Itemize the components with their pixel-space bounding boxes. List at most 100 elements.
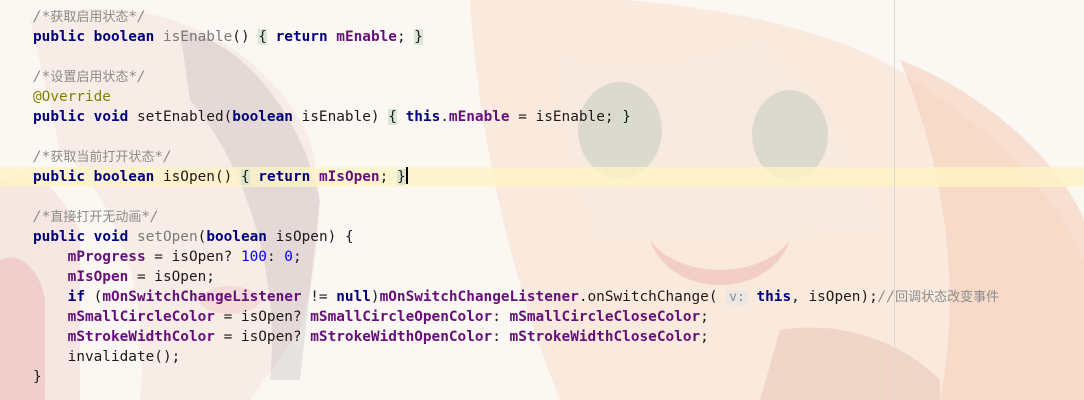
code-token: isEnable: [162, 29, 233, 45]
code-line-text: mStrokeWidthColor = isOpen? mStrokeWidth…: [33, 327, 709, 347]
code-token: {: [240, 169, 250, 185]
code-line[interactable]: [0, 127, 1084, 147]
code-token: 回调状态改变事件: [895, 290, 1000, 305]
code-token: 直接打开无动画: [50, 210, 142, 225]
code-token: isEnable): [292, 109, 389, 125]
code-line[interactable]: mSmallCircleColor = isOpen? mSmallCircle…: [0, 307, 1084, 327]
code-token: :: [492, 309, 510, 325]
code-token: mStrokeWidthCloseColor: [509, 329, 701, 345]
code-token: mStrokeWidthOpenColor: [310, 329, 493, 345]
code-line[interactable]: /*设置启用状态*/: [0, 67, 1084, 87]
code-token: void: [93, 229, 129, 245]
code-line-text: public boolean isEnable() { return mEnab…: [33, 27, 423, 47]
code-token: {: [388, 109, 397, 125]
code-token: }: [396, 169, 406, 185]
code-token: mProgress: [67, 249, 146, 265]
code-token: setEnabled(: [128, 109, 233, 125]
code-line[interactable]: @Override: [0, 87, 1084, 107]
code-token: ): [370, 289, 380, 305]
code-line-text: if (mOnSwitchChangeListener != null)mOnS…: [33, 287, 999, 307]
right-margin-guide: [894, 0, 895, 400]
code-token: void: [93, 109, 129, 125]
code-line[interactable]: mStrokeWidthColor = isOpen? mStrokeWidth…: [0, 327, 1084, 347]
code-line[interactable]: mIsOpen = isOpen;: [0, 267, 1084, 287]
code-token: boolean: [93, 29, 155, 45]
code-token: */: [154, 149, 172, 165]
code-line[interactable]: public void setEnabled(boolean isEnable)…: [0, 107, 1084, 127]
code-line[interactable]: /*获取启用状态*/: [0, 7, 1084, 27]
code-line[interactable]: public void setOpen(boolean isOpen) {: [0, 227, 1084, 247]
code-token: 设置启用状态: [50, 70, 129, 85]
code-line-text: invalidate();: [33, 347, 181, 367]
code-token: mStrokeWidthColor: [67, 329, 215, 345]
code-token: = isOpen;: [128, 269, 215, 285]
code-token: invalidate();: [33, 349, 181, 365]
code-token: :: [266, 249, 285, 265]
code-token: }: [33, 369, 42, 385]
code-token: isOpen) {: [266, 229, 354, 245]
code-line-text: /*设置启用状态*/: [33, 67, 146, 87]
code-token: */: [141, 209, 159, 225]
code-token: //: [877, 289, 896, 305]
code-line-text: /*获取启用状态*/: [33, 7, 146, 27]
code-line[interactable]: /*获取当前打开状态*/: [0, 147, 1084, 167]
code-line-text: /*获取当前打开状态*/: [33, 147, 172, 167]
code-line[interactable]: [0, 47, 1084, 67]
code-token: mSmallCircleCloseColor: [509, 309, 701, 325]
code-line[interactable]: }: [0, 367, 1084, 387]
code-token: = isOpen?: [214, 309, 311, 325]
code-token: public: [33, 229, 85, 245]
code-token: = isOpen?: [145, 249, 241, 265]
code-line[interactable]: mProgress = isOpen? 100: 0;: [0, 247, 1084, 267]
code-line-text: public boolean isOpen() { return mIsOpen…: [33, 167, 408, 187]
code-line[interactable]: public boolean isEnable() { return mEnab…: [0, 27, 1084, 47]
code-line[interactable]: /*直接打开无动画*/: [0, 207, 1084, 227]
code-token: 100: [240, 249, 267, 265]
code-line[interactable]: [0, 187, 1084, 207]
code-line[interactable]: public boolean isOpen() { return mIsOpen…: [0, 167, 1084, 187]
code-token: return: [275, 29, 328, 45]
code-token: if: [67, 289, 85, 305]
code-token: .: [440, 109, 449, 125]
code-token: mIsOpen: [318, 169, 380, 185]
code-token: ;: [396, 29, 415, 45]
code-token: /*: [33, 149, 51, 165]
code-editor[interactable]: /*获取启用状态*/public boolean isEnable() { re…: [0, 0, 1084, 400]
code-token: mEnable: [448, 109, 510, 125]
code-line[interactable]: invalidate();: [0, 347, 1084, 367]
code-token: ;: [292, 249, 302, 265]
code-token: public: [33, 29, 85, 45]
code-token: boolean: [206, 229, 267, 245]
code-token: 0: [284, 249, 293, 265]
code-token: public: [33, 169, 85, 185]
code-token: isOpen(): [154, 169, 241, 185]
code-token: setOpen: [136, 229, 198, 245]
code-line-text: mIsOpen = isOpen;: [33, 267, 215, 287]
code-token: = isOpen?: [214, 329, 311, 345]
code-token: /*: [33, 209, 51, 225]
code-token: (: [197, 229, 207, 245]
code-line-text: @Override: [33, 87, 111, 107]
code-token: return: [258, 169, 311, 185]
code-token: boolean: [232, 109, 293, 125]
code-token: mSmallCircleColor: [67, 309, 215, 325]
code-token: , isOpen);: [791, 289, 878, 305]
code-token: null: [336, 289, 371, 305]
code-line[interactable]: if (mOnSwitchChangeListener != null)mOnS…: [0, 287, 1084, 307]
code-line-text: public void setOpen(boolean isOpen) {: [33, 227, 354, 247]
code-token: :: [492, 329, 510, 345]
code-token: !=: [301, 289, 337, 305]
